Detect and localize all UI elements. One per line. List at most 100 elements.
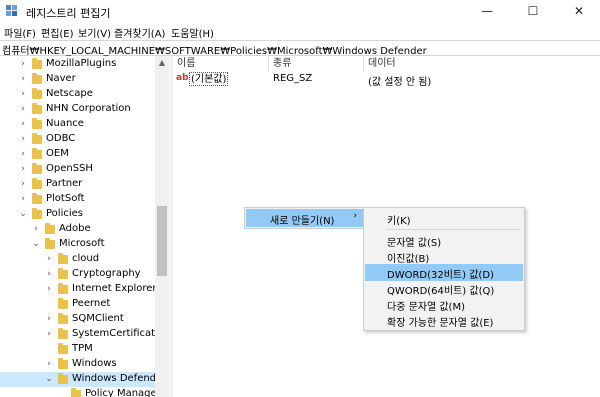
expand-chevron-icon[interactable]: › [18,87,28,102]
address-path[interactable]: 컴퓨터₩HKEY_LOCAL_MACHINE₩SOFTWARE₩Policies… [2,42,427,57]
minimize-button[interactable]: — [464,0,510,24]
expand-chevron-icon[interactable]: › [18,117,28,132]
submenu-key-label: 키(K) [387,216,411,227]
column-header-data[interactable]: 데이터 [368,56,396,72]
value-data: (값 설정 안 됨) [368,77,432,88]
folder-icon [32,88,42,99]
tree-scrollbar[interactable]: ▲ [155,56,169,397]
value-row-default[interactable]: ab (기본값) REG_SZ (값 설정 안 됨) [173,72,600,88]
submenu-qword-value[interactable]: QWORD(64비트) 값(Q) [365,280,523,297]
submenu-binary-value-label: 이진값(B) [387,254,430,265]
context-menu: 새로 만들기(N) › [244,207,364,229]
submenu-key[interactable]: 키(K) [365,210,523,227]
expand-chevron-icon[interactable]: › [44,252,54,267]
tree-item[interactable]: › cloud [0,252,160,267]
expand-chevron-icon[interactable]: › [44,312,54,327]
registry-editor-icon [6,5,17,16]
menu-favorites[interactable]: 즐겨찾기(A) [114,25,165,40]
expand-chevron-icon[interactable]: › [18,162,28,177]
tree-item-label: OpenSSH [46,163,93,174]
expand-chevron-icon[interactable]: › [18,147,28,162]
tree-item-label: PlotSoft [46,193,85,204]
tree-item[interactable]: › Cryptography [0,267,160,282]
expand-chevron-icon[interactable]: › [44,357,54,372]
tree-item-label: cloud [72,253,100,264]
folder-icon [58,313,68,324]
tree-item[interactable]: › PlotSoft [0,192,160,207]
tree-item-label: Cryptography [72,268,141,279]
menu-file[interactable]: 파일(F) [4,25,36,40]
tree-item[interactable]: › MozillaPlugins [0,57,160,72]
expand-chevron-icon[interactable]: › [18,192,28,207]
tree-item[interactable]: › Internet Explorer [0,282,160,297]
expand-chevron-icon[interactable]: › [18,72,28,87]
folder-icon [32,133,42,144]
collapse-chevron-icon[interactable]: ⌄ [18,207,28,222]
folder-icon [58,253,68,264]
address-bar[interactable]: 컴퓨터₩HKEY_LOCAL_MACHINE₩SOFTWARE₩Policies… [0,40,600,57]
value-type: REG_SZ [273,73,313,84]
folder-icon [71,388,81,397]
menu-view[interactable]: 보기(V) [78,25,111,40]
expand-chevron-icon[interactable]: › [44,327,54,342]
tree-item[interactable]: › Partner [0,177,160,192]
tree-item[interactable]: ⌄ Windows Defender [0,372,166,387]
column-divider[interactable] [268,56,269,72]
tree-item[interactable]: › Adobe [0,222,160,237]
expand-chevron-icon[interactable]: › [44,267,54,282]
scroll-thumb[interactable] [157,206,167,276]
tree-item-label: Adobe [59,223,91,234]
expand-chevron-icon[interactable]: › [18,102,28,117]
tree-item-label: MozillaPlugins [46,58,117,69]
maximize-button[interactable]: ☐ [510,0,556,24]
submenu-dword-value[interactable]: DWORD(32비트) 값(D) [365,264,523,281]
tree-item[interactable]: › SQMClient [0,312,160,327]
expand-chevron-icon[interactable]: › [44,282,54,297]
tree-item[interactable]: › Naver [0,72,160,87]
tree-item[interactable]: › NHN Corporation [0,102,160,117]
tree-item[interactable]: › OpenSSH [0,162,160,177]
folder-icon [32,73,42,84]
tree-item[interactable]: TPM [0,342,160,357]
context-menu-new[interactable]: 새로 만들기(N) › [246,209,363,227]
tree-item-label: Nuance [46,118,84,129]
close-button[interactable]: ✕ [556,0,600,24]
column-divider[interactable] [363,56,364,72]
submenu-binary-value[interactable]: 이진값(B) [365,248,523,265]
expand-chevron-icon[interactable]: › [18,132,28,147]
folder-icon [32,118,42,129]
menu-help[interactable]: 도움말(H) [171,25,214,40]
scroll-up-arrow-icon[interactable]: ▲ [155,58,169,68]
tree-item[interactable]: › OEM [0,147,160,162]
tree-item[interactable]: › SystemCertificates [0,327,166,342]
collapse-chevron-icon[interactable]: ⌄ [31,237,41,252]
submenu-multi-string-value-label: 다중 문자열 값(M) [387,302,465,313]
column-header-name[interactable]: 이름 [177,56,195,72]
submenu-multi-string-value[interactable]: 다중 문자열 값(M) [365,296,523,313]
value-name[interactable]: (기본값) [189,72,229,86]
column-header-type[interactable]: 종류 [273,56,291,72]
tree-item[interactable]: Policy Manager [0,387,161,397]
folder-icon [58,373,68,384]
tree-item[interactable]: Peernet [0,297,160,312]
tree-item-label: Netscape [46,88,93,99]
expand-chevron-icon[interactable]: › [18,177,28,192]
expand-chevron-icon[interactable]: › [31,222,41,237]
tree-item[interactable]: › ODBC [0,132,160,147]
expand-chevron-icon[interactable]: › [18,57,28,72]
tree-item[interactable]: ⌄ Microsoft [0,237,160,252]
tree-item[interactable]: › Netscape [0,87,160,102]
collapse-chevron-icon[interactable]: ⌄ [44,372,54,387]
submenu-string-value[interactable]: 문자열 값(S) [365,232,523,249]
folder-icon [58,283,68,294]
window-title: 레지스트리 편집기 [26,7,111,20]
folder-icon [32,148,42,159]
folder-icon [58,328,68,339]
submenu-expandable-string-value[interactable]: 확장 가능한 문자열 값(E) [365,312,523,329]
tree-item[interactable]: › Windows [0,357,160,372]
tree-item[interactable]: › Nuance [0,117,160,132]
tree-item[interactable]: ⌄ Policies [0,207,160,222]
folder-icon [32,163,42,174]
submenu-separator [386,229,520,230]
menu-edit[interactable]: 편집(E) [41,25,74,40]
